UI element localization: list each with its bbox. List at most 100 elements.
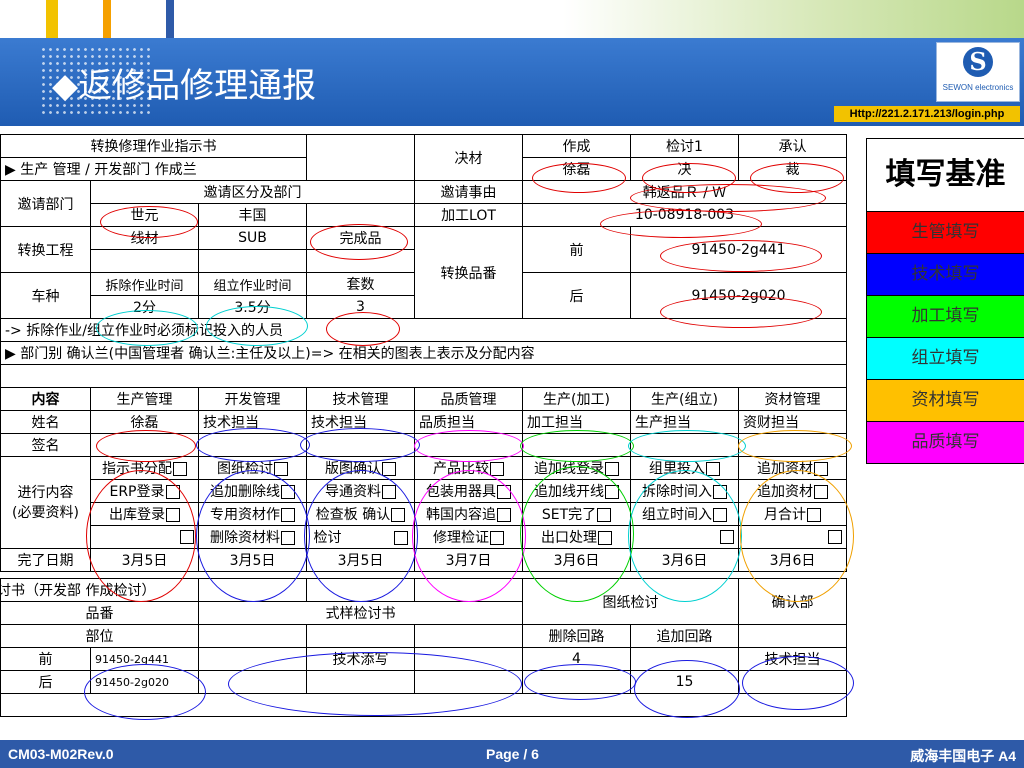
checkbox[interactable] [814,462,828,476]
process1: 线材 [90,226,199,250]
note-line-1: -> 拆除作业/组立作业时必须标记投入的人员 [0,318,847,342]
item-text: 专用资材作 [210,507,280,523]
checkbox[interactable] [382,485,396,499]
checkbox[interactable] [605,485,619,499]
url-link[interactable]: Http://221.2.171.213/login.php [834,106,1020,122]
name-cell: 加工担当 [522,410,631,434]
blank-cell [414,624,523,648]
name-cell: 技术担当 [198,410,307,434]
checkbox[interactable] [281,508,295,522]
process3: 完成品 [306,226,415,250]
name-cell: 技术担当 [306,410,415,434]
checkbox[interactable] [173,462,187,476]
checkbox[interactable] [393,531,408,545]
checkbox[interactable] [605,462,619,476]
blank-cell [306,134,415,181]
progress-item: 检讨 [306,525,415,549]
assembly-time-label: 组立作业时间 [198,272,307,296]
add-circuit-label: 追加回路 [630,624,739,648]
checkbox[interactable] [490,462,504,476]
decor-stripe-yellow [46,0,58,38]
drawing-review-label: 图纸检讨 [522,578,739,625]
blank-cell [630,647,739,671]
checkbox[interactable] [807,508,821,522]
checkbox[interactable] [490,531,504,545]
progress-item: 组立时间入 [630,502,739,526]
lower-part-label: 品番 [0,601,199,625]
checkbox[interactable] [720,530,734,544]
sign-cell[interactable] [630,433,739,457]
col-header: 资材管理 [738,387,847,411]
after-part-value: 91450-2g020 [630,272,847,319]
legend-panel: 填写基准 生管填写 技术填写 加工填写 组立填写 资材填写 品质填写 [866,138,1024,464]
top-decor-bar [0,0,1024,38]
checkbox[interactable] [166,508,180,522]
checkbox[interactable] [497,508,511,522]
item-text: 导通资料 [325,484,381,500]
before-label: 前 [522,226,631,273]
item-text: ERP登录 [109,484,165,500]
col-header: 生产管理 [90,387,199,411]
blank-cell [306,249,415,273]
item-text: 修理检证 [433,530,489,546]
sign-row: 签名 [0,433,847,457]
item-text: 追加删除线 [210,484,280,500]
item-text: 组立时间入 [642,507,712,523]
item-text: 追加资材 [757,461,813,477]
checkbox[interactable] [828,530,842,544]
checkbox[interactable] [391,508,406,522]
process-label: 转换工程 [0,226,91,273]
sign-cell[interactable] [90,433,199,457]
legend-item-blue: 技术填写 [867,254,1024,296]
sign-cell[interactable] [414,433,523,457]
item-text: 包装用器具 [426,484,496,500]
footer-company: 威海丰国电子 A4 [910,748,1016,764]
item-text: 出库登录 [109,507,165,523]
checkbox[interactable] [713,485,727,499]
dept-line: ▶ 生产 管理 / 开发部门 作成兰 [0,157,307,181]
sign-cell[interactable] [198,433,307,457]
item-text: 检讨 [313,530,342,546]
req-item-value: 韩返品Ｒ / Ｗ [522,180,847,204]
col-header: 品质管理 [414,387,523,411]
sign-cell[interactable] [306,433,415,457]
progress-label-text: 进行内容 (必要资料) [12,484,79,521]
done-date: 3月6日 [630,548,739,572]
sign-label: 签名 [0,433,91,457]
dept1-value: 世元 [90,203,199,227]
name-label: 姓名 [0,410,91,434]
progress-item: 追加资材 [738,456,847,480]
checkbox[interactable] [713,508,727,522]
checkbox[interactable] [281,485,295,499]
blank-cell [738,624,847,648]
sign-cell[interactable] [522,433,631,457]
checkbox[interactable] [274,462,288,476]
before-part-value: 91450-2g441 [630,226,847,273]
checkbox[interactable] [598,531,612,545]
checkbox[interactable] [180,530,194,544]
col-header: 生产(加工) [522,387,631,411]
checkbox[interactable] [706,462,720,476]
item-text: 图纸检讨 [217,461,273,477]
legend-item-red: 生管填写 [867,212,1024,254]
item-text: 组里投入 [649,461,705,477]
done-date: 3月6日 [522,548,631,572]
delete-circuit-label: 删除回路 [522,624,631,648]
sign-cell[interactable] [738,433,847,457]
progress-item: SET完了 [522,502,631,526]
checkbox[interactable] [382,462,396,476]
checkbox[interactable] [281,531,295,545]
item-text: 追加线开线 [534,484,604,500]
logo-mark: S [963,47,993,77]
item-text: 版图确认 [325,461,381,477]
progress-item: ERP登录 [90,479,199,503]
tech-write: 技术添写 [306,647,415,671]
checkbox[interactable] [597,508,612,522]
checkbox[interactable] [165,485,180,499]
item-text: SET完了 [541,507,597,523]
checkbox[interactable] [497,485,511,499]
decor-stripe-blue [166,0,174,38]
name-row: 姓名 徐磊 技术担当 技术担当 品质担当 加工担当 生产担当 资财担当 [0,410,847,434]
lot-label: 加工LOT [414,203,523,227]
checkbox[interactable] [814,485,828,499]
